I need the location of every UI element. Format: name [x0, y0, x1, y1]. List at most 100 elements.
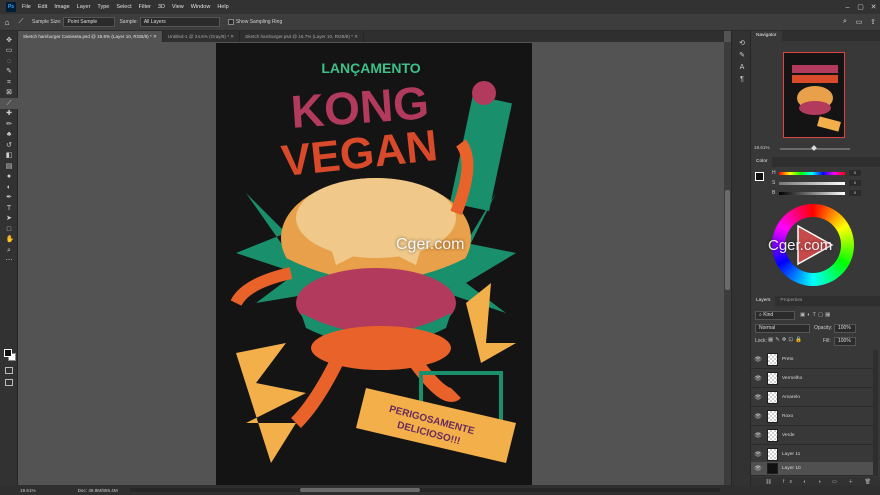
healing-brush-tool[interactable]: ✚ — [0, 109, 18, 120]
visibility-eye-icon[interactable]: 👁 — [753, 432, 763, 439]
artwork-canvas[interactable]: LANÇAMENTO KONG VEGAN PERIGOSAMENTE DELI… — [216, 43, 532, 485]
lock-icons[interactable]: ▦✎✥⊡🔒 — [768, 337, 804, 343]
tab-sketch-camiseta[interactable]: Sketch hamburger Camiseta.psd @ 19.6% (L… — [18, 31, 163, 42]
eyedropper-tool[interactable]: ⟋ — [0, 98, 18, 109]
visibility-eye-icon[interactable]: 👁 — [753, 465, 763, 472]
navigator-zoom-value[interactable]: 19.61% — [754, 145, 770, 150]
artboard-tool[interactable]: ▭ — [0, 46, 18, 57]
character-icon[interactable]: A — [732, 61, 752, 73]
eyedropper-icon[interactable]: ⟋ — [14, 18, 28, 26]
layer-filter-select[interactable]: ⌕ Kind — [755, 311, 795, 320]
lasso-tool[interactable]: ◌ — [0, 56, 18, 67]
layer-row-verde[interactable]: 👁 Verde — [751, 426, 873, 445]
blend-mode-select[interactable]: Normal — [755, 324, 810, 333]
clone-stamp-tool[interactable]: ♣ — [0, 130, 18, 141]
layers-scrollbar[interactable] — [873, 350, 878, 476]
menu-layer[interactable]: Layer — [77, 4, 91, 10]
layer-row-layer-10[interactable]: 👁 Layer 10 — [751, 462, 873, 476]
screen-mode-icon[interactable] — [5, 379, 13, 386]
layers-footer-buttons[interactable]: ⛓ fx ◐ ◑ ▭ ＋ 🗑 — [751, 477, 880, 485]
menu-select[interactable]: Select — [116, 4, 131, 10]
menu-type[interactable]: Type — [97, 4, 109, 10]
menu-3d[interactable]: 3D — [158, 4, 165, 10]
rectangle-tool[interactable]: □ — [0, 224, 18, 235]
tab-untitled-1[interactable]: Untitled-1 @ 24.6% (Gray/8) * ✕ — [163, 31, 241, 42]
menu-view[interactable]: View — [172, 4, 184, 10]
saturation-slider[interactable] — [779, 182, 845, 185]
sample-select[interactable]: All Layers — [139, 17, 220, 27]
path-select-tool[interactable]: ➤ — [0, 214, 18, 225]
history-icon[interactable]: ⟲ — [732, 37, 752, 49]
fill-input[interactable]: 100% — [834, 337, 856, 346]
more-tools-icon[interactable]: ⋯ — [0, 256, 18, 267]
panel-icon-strip: ⟲ ✎ A ¶ — [731, 31, 751, 485]
layer-name: Amarelo — [782, 394, 800, 400]
workspace-icon[interactable]: ▭ — [852, 18, 866, 26]
close-icon[interactable]: ✕ — [867, 3, 880, 11]
share-icon[interactable]: ⇪ — [866, 18, 880, 26]
brush-tool[interactable]: ✏ — [0, 119, 18, 130]
layer-filter-icons[interactable]: ▣◐T▢▦ — [800, 312, 832, 318]
color-panel-header: Color — [751, 157, 880, 167]
quick-mask-icon[interactable] — [5, 367, 13, 374]
hue-slider[interactable] — [779, 172, 845, 175]
search-icon[interactable]: ⌕ — [838, 18, 852, 26]
foreground-color-swatch[interactable] — [4, 349, 12, 357]
paragraph-icon[interactable]: ¶ — [732, 73, 752, 85]
vertical-scroll-thumb[interactable] — [725, 190, 730, 290]
move-tool[interactable]: ✥ — [0, 35, 18, 46]
menu-file[interactable]: File — [22, 4, 31, 10]
maximize-icon[interactable]: ▢ — [854, 3, 867, 11]
brightness-slider[interactable] — [779, 192, 845, 195]
visibility-eye-icon[interactable]: 👁 — [753, 356, 763, 363]
tab-color[interactable]: Color — [751, 157, 773, 167]
tab-sketch-hamburger[interactable]: Sketch hamburger.psd @ 16.7% (Layer 10, … — [240, 31, 365, 42]
tab-layers[interactable]: Layers — [751, 296, 776, 306]
minimize-icon[interactable]: – — [841, 4, 854, 11]
color-fg-swatch[interactable] — [755, 172, 764, 181]
brush-settings-icon[interactable]: ✎ — [732, 49, 752, 61]
hue-value[interactable]: 0 — [849, 170, 861, 176]
blur-tool[interactable]: ● — [0, 172, 18, 183]
layer-row-vermelho[interactable]: 👁 Vermelho — [751, 369, 873, 388]
watermark-canvas: Cger.com — [396, 236, 465, 253]
home-icon[interactable]: ⌂ — [0, 18, 14, 27]
menu-image[interactable]: Image — [54, 4, 69, 10]
status-zoom[interactable]: 19.61% — [20, 488, 36, 493]
brightness-value[interactable]: 0 — [849, 190, 861, 196]
tab-properties[interactable]: Properties — [775, 296, 807, 306]
navigator-preview[interactable] — [783, 52, 845, 138]
horizontal-scrollbar[interactable] — [130, 488, 720, 492]
opacity-input[interactable]: 100% — [834, 324, 856, 333]
saturation-value[interactable]: 0 — [849, 180, 861, 186]
visibility-eye-icon[interactable]: 👁 — [753, 394, 763, 401]
quick-select-tool[interactable]: ✎ — [0, 67, 18, 78]
menu-edit[interactable]: Edit — [38, 4, 47, 10]
document-tabs: Sketch hamburger Camiseta.psd @ 19.6% (L… — [18, 31, 724, 42]
hand-tool[interactable]: ✋ — [0, 235, 18, 246]
photoshop-logo-icon: Ps — [6, 2, 16, 12]
pen-tool[interactable]: ✒ — [0, 193, 18, 204]
type-tool[interactable]: T — [0, 203, 18, 214]
visibility-eye-icon[interactable]: 👁 — [753, 451, 763, 458]
layer-row-roxo[interactable]: 👁 Roxo — [751, 407, 873, 426]
sample-size-select[interactable]: Point Sample — [63, 17, 116, 27]
gradient-tool[interactable]: ▤ — [0, 161, 18, 172]
visibility-eye-icon[interactable]: 👁 — [753, 413, 763, 420]
horizontal-scroll-thumb[interactable] — [300, 488, 420, 492]
show-sampling-ring-checkbox[interactable] — [227, 19, 234, 25]
menu-filter[interactable]: Filter — [139, 4, 151, 10]
crop-tool[interactable]: ⌗ — [0, 77, 18, 88]
tab-navigator[interactable]: Navigator — [751, 31, 782, 41]
menu-window[interactable]: Window — [191, 4, 211, 10]
zoom-tool[interactable]: ⌕ — [0, 245, 18, 256]
status-doc-size: Doc: 49.8M/855.4M — [77, 487, 118, 493]
dodge-tool[interactable]: ◐ — [0, 182, 18, 193]
frame-tool[interactable]: ⊠ — [0, 88, 18, 99]
layer-row-preto[interactable]: 👁 Preto — [751, 350, 873, 369]
eraser-tool[interactable]: ◧ — [0, 151, 18, 162]
visibility-eye-icon[interactable]: 👁 — [753, 375, 763, 382]
history-brush-tool[interactable]: ↺ — [0, 140, 18, 151]
menu-help[interactable]: Help — [217, 4, 228, 10]
layer-row-amarelo[interactable]: 👁 Amarelo — [751, 388, 873, 407]
